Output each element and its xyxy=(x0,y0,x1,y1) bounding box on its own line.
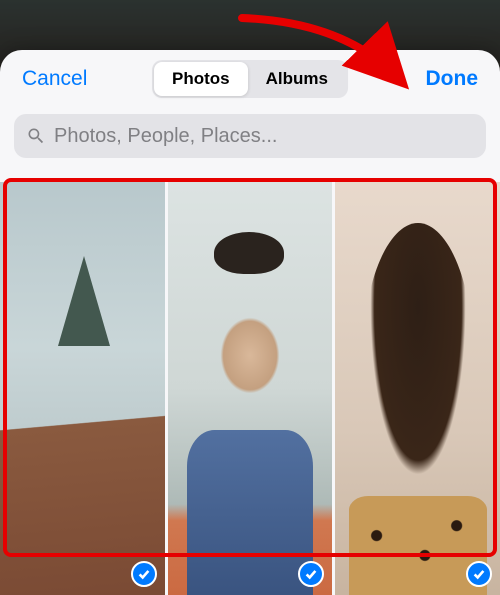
search-icon xyxy=(26,126,46,146)
segment-photos[interactable]: Photos xyxy=(154,62,248,96)
photo-thumbnail xyxy=(335,182,500,595)
photo-thumbnail xyxy=(0,182,165,595)
photo-picker-sheet: Cancel Photos Albums Done xyxy=(0,50,500,595)
search-container xyxy=(0,108,500,170)
photo-cell[interactable] xyxy=(168,182,333,595)
cancel-button[interactable]: Cancel xyxy=(20,61,89,97)
done-button[interactable]: Done xyxy=(424,61,481,97)
photo-thumbnail xyxy=(168,182,333,595)
nav-bar: Cancel Photos Albums Done xyxy=(0,50,500,108)
photo-cell[interactable] xyxy=(0,182,165,595)
selection-check-icon xyxy=(466,561,492,587)
photo-picker-screen: Cancel Photos Albums Done xyxy=(0,0,500,595)
search-field[interactable] xyxy=(14,114,486,158)
photo-cell[interactable] xyxy=(335,182,500,595)
selection-check-icon xyxy=(131,561,157,587)
segment-albums[interactable]: Albums xyxy=(248,62,346,96)
photo-grid xyxy=(0,182,500,595)
search-input[interactable] xyxy=(54,125,474,148)
grid-area xyxy=(0,170,500,595)
segmented-control[interactable]: Photos Albums xyxy=(152,60,348,98)
